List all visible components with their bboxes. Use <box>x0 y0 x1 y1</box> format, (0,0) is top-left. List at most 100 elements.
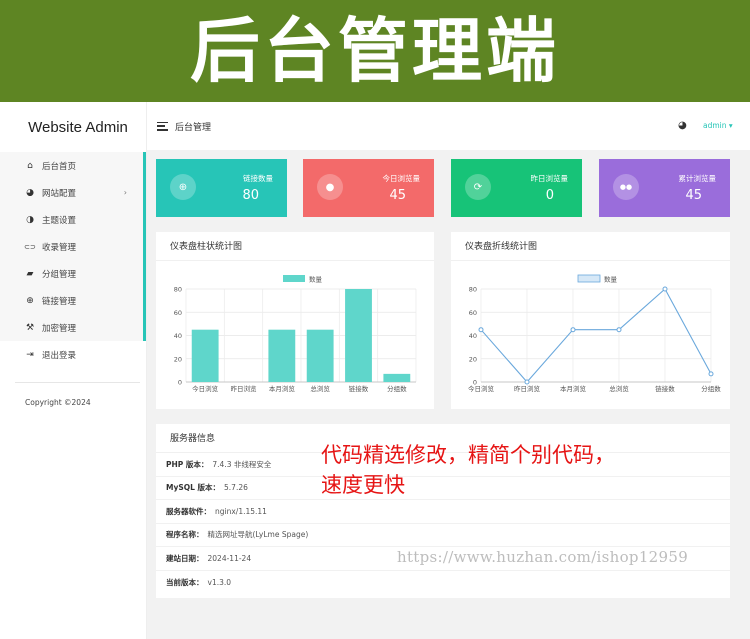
stat-value: 0 <box>545 188 554 203</box>
page-title: 后台管理 <box>175 122 212 133</box>
bar <box>268 329 296 382</box>
info-value: 5.7.26 <box>224 483 248 493</box>
stat-card-today: ● 今日浏览量 45 <box>303 159 434 217</box>
stat-label: 昨日浏览量 <box>530 174 569 183</box>
link-icon: ⊂⊃ <box>24 242 36 251</box>
legend-label: 数量 <box>309 275 323 284</box>
stat-value: 45 <box>685 188 702 203</box>
bar <box>306 329 334 382</box>
menu-toggle-icon[interactable] <box>157 121 168 131</box>
sidebar-menu: ⌂ 后台首页 ◕ 网站配置 › ◑ 主题设置 ⊂⊃ 收录管理 ▰ 分组管理 ⊕ … <box>0 152 146 368</box>
sidebar-item-label: 后台首页 <box>42 161 77 172</box>
sidebar-item-collect[interactable]: ⊂⊃ 收录管理 <box>0 233 146 260</box>
promo-line-2: 速度更快 <box>321 473 405 497</box>
legend-swatch <box>283 275 305 282</box>
palette-icon: ◕ <box>26 187 34 198</box>
contrast-icon: ◑ <box>26 214 34 225</box>
data-point <box>524 379 530 385</box>
x-tick-label: 分组数 <box>701 384 721 393</box>
data-point <box>478 327 484 333</box>
info-key: MySQL 版本： <box>166 483 221 493</box>
legend-label: 数量 <box>604 275 618 284</box>
user-menu[interactable]: admin ▾ <box>703 121 733 130</box>
sidebar-item-groups[interactable]: ▰ 分组管理 <box>0 260 146 287</box>
sidebar: Website Admin ⌂ 后台首页 ◕ 网站配置 › ◑ 主题设置 ⊂⊃ … <box>0 102 147 639</box>
bar-chart-panel: 仪表盘柱状统计图 数量 0 20 40 60 80 今日浏览 昨日浏览 本月浏览 总浏览 链接数 分组… <box>156 232 434 409</box>
sidebar-item-label: 网站配置 <box>42 188 77 199</box>
x-tick-label: 本月浏览 <box>269 384 296 393</box>
home-icon: ⌂ <box>27 160 33 171</box>
info-key: 程序名称： <box>166 530 204 540</box>
globe-icon: ⊕ <box>26 295 34 306</box>
stat-label: 今日浏览量 <box>382 174 421 183</box>
bar <box>191 329 219 382</box>
info-key: 服务器软件： <box>166 506 211 516</box>
info-value: 精选网址导航(LyLme Spage) <box>207 530 309 540</box>
banner-title: 后台管理端 <box>190 10 560 92</box>
sidebar-item-links[interactable]: ⊕ 链接管理 <box>0 287 146 314</box>
y-tick-label: 60 <box>174 309 182 317</box>
data-point <box>616 327 622 333</box>
y-tick-label: 20 <box>469 355 477 363</box>
sidebar-item-theme[interactable]: ◑ 主题设置 <box>0 206 146 233</box>
x-tick-label: 今日浏览 <box>192 384 219 393</box>
user-icon: ● <box>317 174 343 200</box>
info-key: 当前版本： <box>166 577 204 587</box>
sidebar-item-logout[interactable]: ⇥ 退出登录 <box>0 341 146 368</box>
x-tick-label: 总浏览 <box>310 384 330 393</box>
globe-icon: ⊕ <box>170 174 196 200</box>
brand-logo[interactable]: Website Admin <box>0 102 146 152</box>
y-tick-label: 40 <box>174 332 182 340</box>
x-tick-label: 分组数 <box>387 384 407 393</box>
line-chart-title: 仪表盘折线统计图 <box>451 232 730 261</box>
x-tick-label: 总浏览 <box>609 384 629 393</box>
sidebar-item-site-config[interactable]: ◕ 网站配置 › <box>0 179 146 206</box>
stat-label: 链接数量 <box>243 174 273 183</box>
stat-value: 45 <box>389 188 406 203</box>
promo-banner: 后台管理端 <box>0 0 750 102</box>
x-tick-label: 链接数 <box>349 384 369 393</box>
wrench-icon: ⚒ <box>25 322 35 333</box>
info-key: 建站日期： <box>166 553 204 563</box>
x-tick-label: 昨日浏览 <box>514 384 541 393</box>
chevron-right-icon: › <box>123 188 127 197</box>
sidebar-item-label: 分组管理 <box>42 269 77 280</box>
sidebar-item-label: 主题设置 <box>42 215 77 226</box>
sidebar-item-encrypt[interactable]: ⚒ 加密管理 <box>0 314 146 341</box>
bar <box>345 289 372 382</box>
bar-chart-title: 仪表盘柱状统计图 <box>156 232 434 261</box>
y-tick-label: 20 <box>174 355 182 363</box>
stat-card-yesterday: ⟳ 昨日浏览量 0 <box>451 159 582 217</box>
x-tick-label: 今日浏览 <box>468 384 495 393</box>
promo-line-1: 代码精选修改，精简个别代码， <box>321 443 615 467</box>
theme-palette-icon[interactable]: ◕ <box>678 120 687 131</box>
sidebar-divider <box>15 382 140 383</box>
promo-text: 代码精选修改，精简个别代码， 速度更快 <box>321 440 615 500</box>
folder-icon: ▰ <box>26 268 34 279</box>
sidebar-item-home[interactable]: ⌂ 后台首页 <box>0 152 146 179</box>
users-icon: ●● <box>613 174 639 200</box>
y-tick-label: 80 <box>469 286 477 294</box>
line-chart-panel: 仪表盘折线统计图 数量 0 20 40 60 80 今日浏览 昨日浏览 本月浏览 总浏览 链接数 分组… <box>451 232 730 409</box>
data-point <box>662 286 668 292</box>
x-tick-label: 昨日浏览 <box>231 384 258 393</box>
bar-chart: 数量 0 20 40 60 80 今日浏览 昨日浏览 本月浏览 总浏览 链接数 分组数 <box>174 275 417 393</box>
y-tick-label: 60 <box>469 309 477 317</box>
info-row-version: 当前版本： v1.3.0 <box>156 571 730 595</box>
stat-label: 累计浏览量 <box>678 174 717 183</box>
y-tick-label: 80 <box>174 286 182 294</box>
info-value: v1.3.0 <box>207 577 232 587</box>
info-row-server: 服务器软件： nginx/1.15.11 <box>156 500 730 524</box>
info-value: 7.4.3 非线程安全 <box>212 459 272 469</box>
logout-icon: ⇥ <box>26 349 34 360</box>
sidebar-item-label: 链接管理 <box>42 296 77 307</box>
stat-value: 80 <box>242 188 259 203</box>
sidebar-item-label: 退出登录 <box>42 350 77 361</box>
topbar: 后台管理 ◕ admin ▾ <box>147 102 750 150</box>
watermark-text: https://www.huzhan.com/ishop12959 <box>397 548 689 566</box>
bar <box>383 373 411 382</box>
y-tick-label: 0 <box>178 379 182 387</box>
info-value: nginx/1.15.11 <box>215 506 267 516</box>
data-point <box>708 371 714 377</box>
stat-card-links: ⊕ 链接数量 80 <box>156 159 287 217</box>
